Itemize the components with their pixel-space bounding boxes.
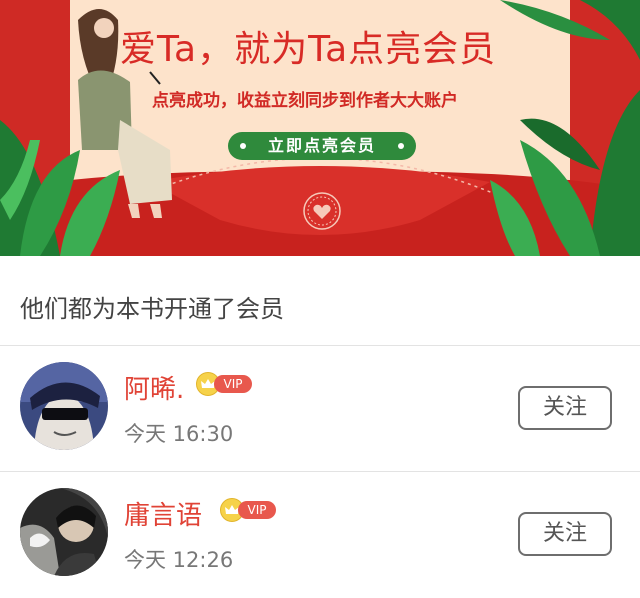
heart-seal-icon xyxy=(303,192,341,230)
member-time: 今天 16:30 xyxy=(124,422,234,446)
follow-button[interactable]: 关注 xyxy=(518,512,612,556)
dot-icon xyxy=(398,143,404,149)
vip-badge: VIP xyxy=(220,498,280,522)
avatar-image xyxy=(20,488,108,576)
vip-label: VIP xyxy=(214,375,252,393)
member-row: 庸言语 VIP 今天 12:26 关注 xyxy=(0,472,640,598)
banner-subline: 点亮成功，收益立刻同步到作者大大账户 xyxy=(152,91,458,111)
cta-label: 立即点亮会员 xyxy=(267,136,376,155)
avatar[interactable] xyxy=(20,488,108,576)
member-name[interactable]: 阿晞. xyxy=(124,372,184,408)
banner-headline: 爱Ta，就为Ta点亮会员 xyxy=(120,29,497,70)
follow-button[interactable]: 关注 xyxy=(518,386,612,430)
member-row: 阿晞. VIP 今天 16:30 关注 xyxy=(0,346,640,472)
promo-banner[interactable]: 爱Ta，就为Ta点亮会员 点亮成功，收益立刻同步到作者大大账户 立即点亮会员 xyxy=(0,0,640,256)
avatar[interactable] xyxy=(20,362,108,450)
avatar-image xyxy=(20,362,108,450)
member-name[interactable]: 庸言语 xyxy=(124,498,202,534)
vip-label: VIP xyxy=(238,501,276,519)
vip-badge: VIP xyxy=(196,372,256,396)
light-up-membership-button[interactable]: 立即点亮会员 xyxy=(228,132,416,160)
member-time: 今天 12:26 xyxy=(124,548,234,572)
dot-icon xyxy=(240,143,246,149)
section-title: 他们都为本书开通了会员 xyxy=(20,295,284,323)
